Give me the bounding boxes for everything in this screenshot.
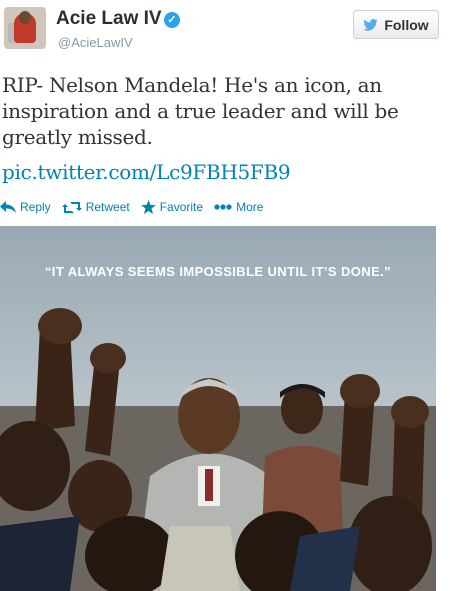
retweet-icon [61,201,82,213]
reply-label: Reply [20,200,51,214]
follow-button-label: Follow [384,16,429,33]
more-dots-icon [214,204,232,210]
retweet-button[interactable]: Retweet [61,200,130,214]
tweet-photo[interactable]: “IT ALWAYS SEEMS IMPOSSIBLE UNTIL IT’S D… [0,226,436,591]
user-handle[interactable]: @AcieLawIV [58,35,133,50]
user-display-name[interactable]: Acie Law IV [56,8,162,30]
reply-icon [0,201,16,213]
profile-avatar[interactable] [4,7,46,49]
photo-illustration [0,226,436,591]
tweet-media-link[interactable]: pic.twitter.com/Lc9FBH5FB9 [2,160,291,184]
favorite-label: Favorite [159,200,204,214]
tweet-header: Acie Law IV ✓ @AcieLawIV Follow [0,0,450,62]
tweet-text: RIP- Nelson Mandela! He's an icon, an in… [2,73,399,149]
retweet-label: Retweet [85,200,130,214]
favorite-button[interactable]: Favorite [140,200,204,214]
follow-button[interactable]: Follow [353,10,439,39]
verified-badge-icon: ✓ [164,12,180,28]
reply-button[interactable]: Reply [0,200,51,214]
star-icon [140,200,156,214]
more-label: More [236,200,264,214]
tweet-actions: Reply Retweet Favorite More [0,197,274,217]
photo-quote-text: “IT ALWAYS SEEMS IMPOSSIBLE UNTIL IT’S D… [44,264,392,279]
twitter-bird-icon [363,18,379,31]
avatar-head-shape [19,11,31,24]
more-button[interactable]: More [214,200,263,214]
